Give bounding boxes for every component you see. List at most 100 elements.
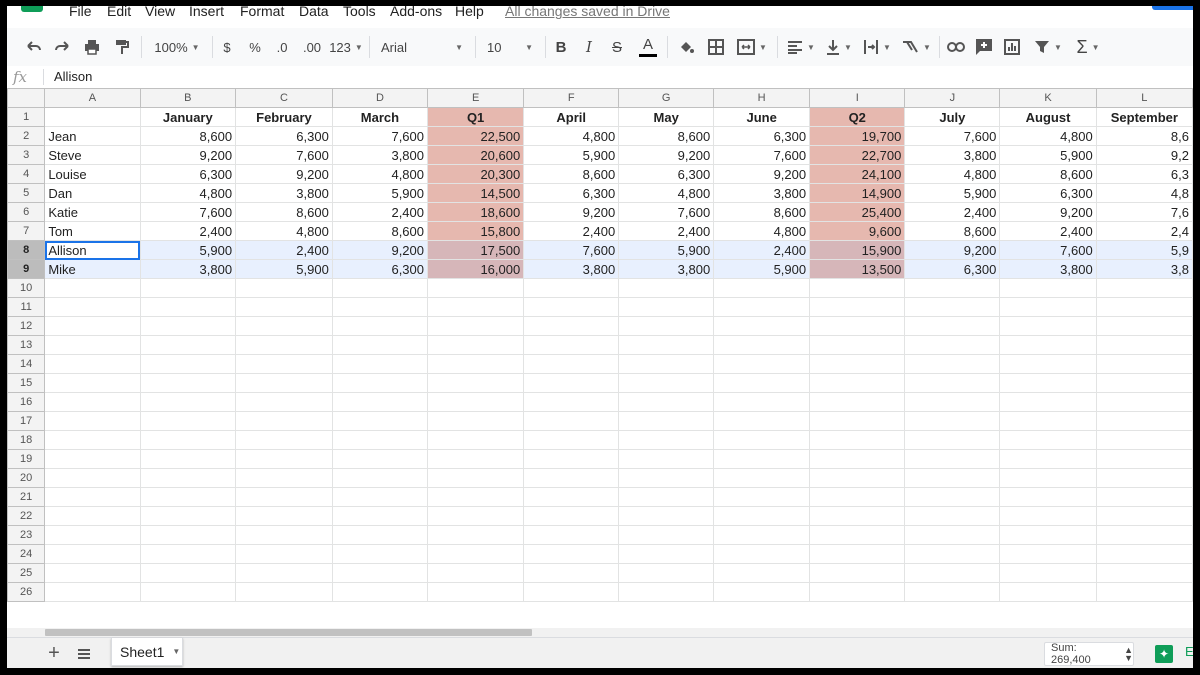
- cell-k3[interactable]: 5,900: [999, 145, 1097, 165]
- cell-l13[interactable]: [1095, 335, 1193, 355]
- cell-j3[interactable]: 3,800: [904, 145, 1001, 165]
- insert-link-button[interactable]: [945, 28, 967, 66]
- cell-j13[interactable]: [904, 335, 1001, 355]
- row-header[interactable]: 17: [7, 411, 46, 431]
- cell-a25[interactable]: [44, 563, 141, 583]
- cell-g1[interactable]: May: [618, 107, 715, 127]
- cell-b2[interactable]: 8,600: [139, 126, 237, 146]
- sum-status[interactable]: Sum: 269,400 ▲ ▼: [1044, 642, 1134, 666]
- cell-c13[interactable]: [235, 335, 333, 355]
- menu-insert[interactable]: Insert: [189, 6, 224, 19]
- cell-a26[interactable]: [44, 582, 141, 602]
- cell-e1[interactable]: Q1: [427, 107, 525, 127]
- cell-l2[interactable]: 8,6: [1095, 126, 1193, 146]
- spreadsheet-grid[interactable]: ABCDEFGHIJKL 1 January February March Q1 Apri…: [7, 88, 1193, 628]
- cell-b23[interactable]: [139, 525, 237, 545]
- cell-j2[interactable]: 7,600: [904, 126, 1001, 146]
- cell-i17[interactable]: [809, 411, 906, 431]
- cell-e6[interactable]: 18,600: [427, 202, 525, 222]
- cell-i16[interactable]: [809, 392, 906, 412]
- cell-e8[interactable]: 17,500: [427, 240, 525, 260]
- cell-h10[interactable]: [713, 278, 811, 298]
- zoom-select[interactable]: 100% ▼: [149, 28, 205, 66]
- cell-e25[interactable]: [427, 563, 525, 583]
- cell-i15[interactable]: [809, 373, 906, 393]
- cell-b26[interactable]: [139, 582, 237, 602]
- cell-a8[interactable]: Allison: [44, 240, 141, 260]
- cell-b24[interactable]: [139, 544, 237, 564]
- cell-a22[interactable]: [44, 506, 141, 526]
- cell-a18[interactable]: [44, 430, 141, 450]
- cell-j16[interactable]: [904, 392, 1001, 412]
- cell-b14[interactable]: [139, 354, 237, 374]
- cell-e7[interactable]: 15,800: [427, 221, 525, 241]
- cell-g10[interactable]: [618, 278, 715, 298]
- cell-h8[interactable]: 2,400: [713, 240, 811, 260]
- cell-g15[interactable]: [618, 373, 715, 393]
- column-header-l[interactable]: L: [1095, 88, 1193, 108]
- cell-i2[interactable]: 19,700: [809, 126, 906, 146]
- cell-l5[interactable]: 4,8: [1095, 183, 1193, 203]
- column-header-a[interactable]: A: [44, 88, 141, 108]
- save-status-link[interactable]: All changes saved in Drive: [505, 6, 670, 19]
- cell-j25[interactable]: [904, 563, 1001, 583]
- cell-b7[interactable]: 2,400: [139, 221, 237, 241]
- row-header[interactable]: 24: [7, 544, 46, 564]
- cell-g16[interactable]: [618, 392, 715, 412]
- all-sheets-button[interactable]: [73, 638, 95, 668]
- cell-h26[interactable]: [713, 582, 811, 602]
- font-family-select[interactable]: Arial ▼: [375, 28, 469, 66]
- cell-e3[interactable]: 20,600: [427, 145, 525, 165]
- cell-c15[interactable]: [235, 373, 333, 393]
- cell-k23[interactable]: [999, 525, 1097, 545]
- share-button[interactable]: [1152, 6, 1193, 10]
- row-header[interactable]: 8: [7, 240, 46, 260]
- cell-k11[interactable]: [999, 297, 1097, 317]
- cell-f12[interactable]: [523, 316, 620, 336]
- cell-e15[interactable]: [427, 373, 525, 393]
- cell-a24[interactable]: [44, 544, 141, 564]
- cell-k18[interactable]: [999, 430, 1097, 450]
- cell-h11[interactable]: [713, 297, 811, 317]
- cell-h24[interactable]: [713, 544, 811, 564]
- cell-b6[interactable]: 7,600: [139, 202, 237, 222]
- cell-j6[interactable]: 2,400: [904, 202, 1001, 222]
- row-header[interactable]: 6: [7, 202, 46, 222]
- cell-k7[interactable]: 2,400: [999, 221, 1097, 241]
- cell-f13[interactable]: [523, 335, 620, 355]
- cell-f4[interactable]: 8,600: [523, 164, 620, 184]
- cell-a10[interactable]: [44, 278, 141, 298]
- chevron-down-icon[interactable]: ▼: [172, 647, 180, 656]
- cell-d26[interactable]: [331, 582, 429, 602]
- cell-a6[interactable]: Katie: [44, 202, 141, 222]
- cell-c17[interactable]: [235, 411, 333, 431]
- cell-i9[interactable]: 13,500: [809, 259, 906, 279]
- cell-b3[interactable]: 9,200: [139, 145, 237, 165]
- column-header-e[interactable]: E: [427, 88, 525, 108]
- cell-i11[interactable]: [809, 297, 906, 317]
- cell-g18[interactable]: [618, 430, 715, 450]
- cell-k6[interactable]: 9,200: [999, 202, 1097, 222]
- cell-d25[interactable]: [331, 563, 429, 583]
- menu-view[interactable]: View: [145, 6, 175, 19]
- insert-chart-button[interactable]: [1001, 28, 1023, 66]
- menu-data[interactable]: Data: [299, 6, 329, 19]
- cell-e17[interactable]: [427, 411, 525, 431]
- cell-l23[interactable]: [1095, 525, 1193, 545]
- cell-j4[interactable]: 4,800: [904, 164, 1001, 184]
- sheets-logo-icon[interactable]: [21, 6, 43, 12]
- cell-d23[interactable]: [331, 525, 429, 545]
- cell-f22[interactable]: [523, 506, 620, 526]
- cell-b4[interactable]: 6,300: [139, 164, 237, 184]
- cell-k8[interactable]: 7,600: [999, 240, 1097, 260]
- cell-b25[interactable]: [139, 563, 237, 583]
- cell-g5[interactable]: 4,800: [618, 183, 715, 203]
- row-header[interactable]: 10: [7, 278, 46, 298]
- row-header[interactable]: 15: [7, 373, 46, 393]
- explore-icon[interactable]: ✦: [1155, 645, 1173, 663]
- cell-l9[interactable]: 3,8: [1095, 259, 1193, 279]
- cell-b1[interactable]: January: [139, 107, 237, 127]
- redo-button[interactable]: [51, 28, 73, 66]
- cell-j14[interactable]: [904, 354, 1001, 374]
- cell-g11[interactable]: [618, 297, 715, 317]
